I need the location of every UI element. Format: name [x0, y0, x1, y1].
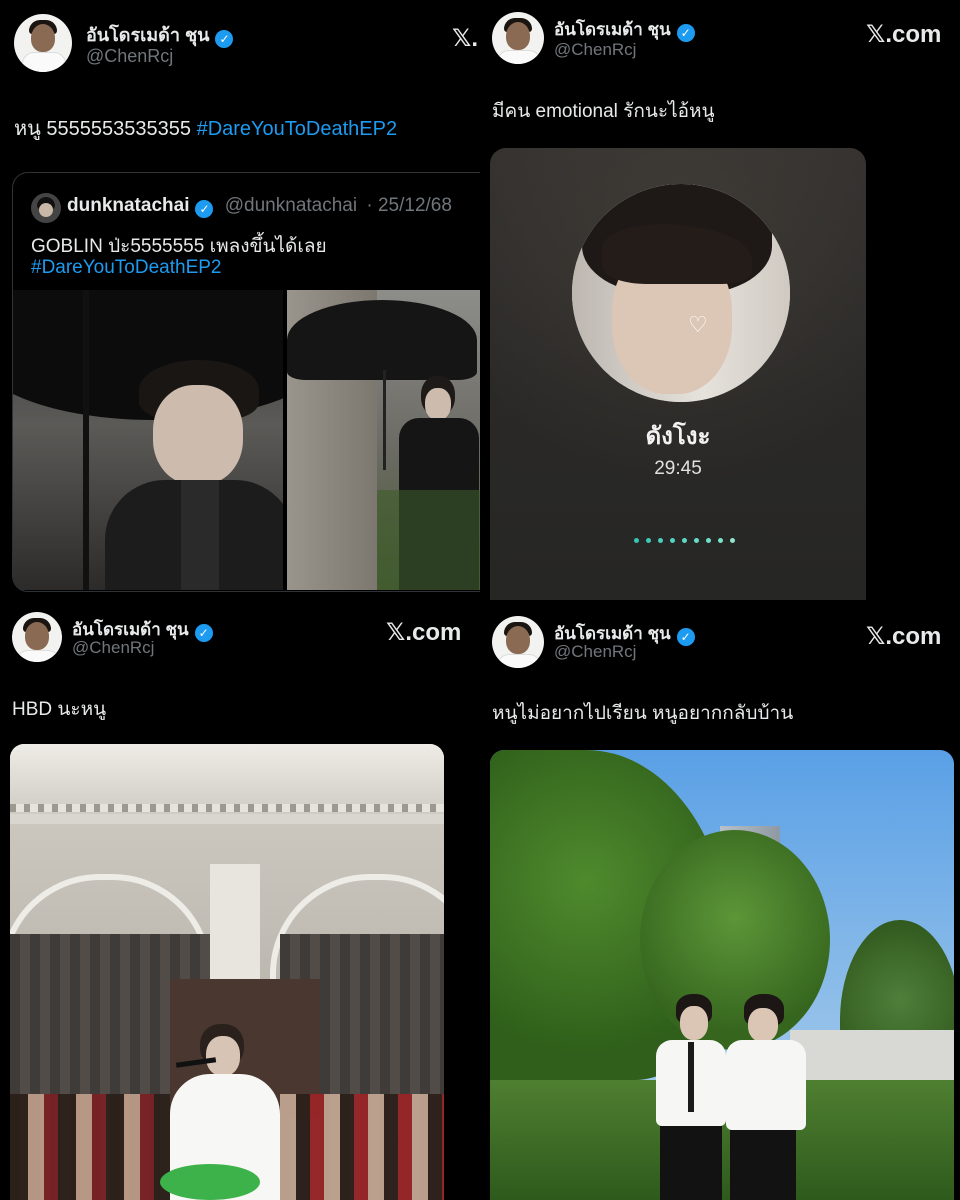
tweet-text: มีคน emotional รักนะไอ้หนู: [492, 101, 715, 122]
call-screenshot[interactable]: ♡ ดังโงะ 29:45: [490, 148, 866, 600]
avatar[interactable]: [492, 616, 544, 668]
quote-handle: @dunknatachai: [224, 195, 358, 216]
verified-badge-icon: ✓: [215, 30, 234, 48]
verified-badge-icon: ✓: [676, 24, 695, 42]
tweet-panel-1: อันโดรเมด้า ชุน ✓ @ChenRcj 𝕏. หนู 5555553…: [0, 0, 480, 600]
avatar[interactable]: [12, 612, 62, 662]
quote-date: · 25/12/68: [366, 195, 452, 216]
x-logo-icon: 𝕏.: [452, 25, 479, 52]
x-logo-icon: 𝕏.com: [386, 619, 462, 646]
verified-badge-icon: ✓: [195, 200, 214, 218]
outdoor-photo[interactable]: [490, 750, 954, 1200]
x-logo-icon: 𝕏.com: [866, 623, 942, 650]
avatar[interactable]: [492, 12, 544, 64]
tweet-text: หนูไม่อยากไปเรียน หนูอยากกลับบ้าน: [492, 703, 794, 724]
user-handle[interactable]: @ChenRcj: [554, 642, 636, 662]
call-status-dots-icon: [634, 538, 735, 544]
quote-avatar[interactable]: [31, 193, 61, 223]
caller-avatar: ♡: [572, 184, 790, 402]
quote-display-name[interactable]: dunknatachai ✓ @dunknatachai · 25/12/68: [67, 195, 452, 218]
x-logo-icon: 𝕏.com: [866, 21, 942, 48]
caller-name: ดังโงะ: [645, 423, 711, 450]
tweet-text: HBD นะหนู: [12, 699, 107, 720]
user-handle[interactable]: @ChenRcj: [554, 40, 636, 60]
avatar[interactable]: [14, 14, 72, 72]
display-name[interactable]: อันโดรเมด้า ชุน ✓: [554, 16, 695, 43]
user-handle[interactable]: @ChenRcj: [72, 638, 154, 658]
hashtag-link[interactable]: #DareYouToDeathEP2: [197, 118, 398, 140]
verified-badge-icon: ✓: [194, 624, 213, 642]
tweet-panel-2: อันโดรเมด้า ชุน ✓ @ChenRcj 𝕏.com มีคน emo…: [480, 0, 960, 600]
tweet-panel-4: อันโดรเมด้า ชุน ✓ @ChenRcj 𝕏.com หนูไม่อย…: [480, 600, 960, 1200]
quote-hashtag-link[interactable]: #DareYouToDeathEP2: [31, 257, 222, 279]
user-handle[interactable]: @ChenRcj: [86, 46, 173, 67]
quote-photo-1[interactable]: [13, 290, 283, 590]
quote-photo-2[interactable]: [287, 290, 480, 590]
tweet-panel-3: อันโดรเมด้า ชุน ✓ @ChenRcj 𝕏.com HBD นะหน…: [0, 600, 480, 1200]
tweet-text: หนู 5555553535355 #DareYouToDeathEP2: [14, 118, 398, 140]
call-duration: 29:45: [654, 458, 702, 479]
quoted-tweet[interactable]: dunknatachai ✓ @dunknatachai · 25/12/68 G…: [12, 172, 480, 592]
display-name[interactable]: อันโดรเมด้า ชุน ✓: [86, 20, 234, 49]
verified-badge-icon: ✓: [676, 628, 695, 646]
event-photo[interactable]: [10, 744, 444, 1200]
